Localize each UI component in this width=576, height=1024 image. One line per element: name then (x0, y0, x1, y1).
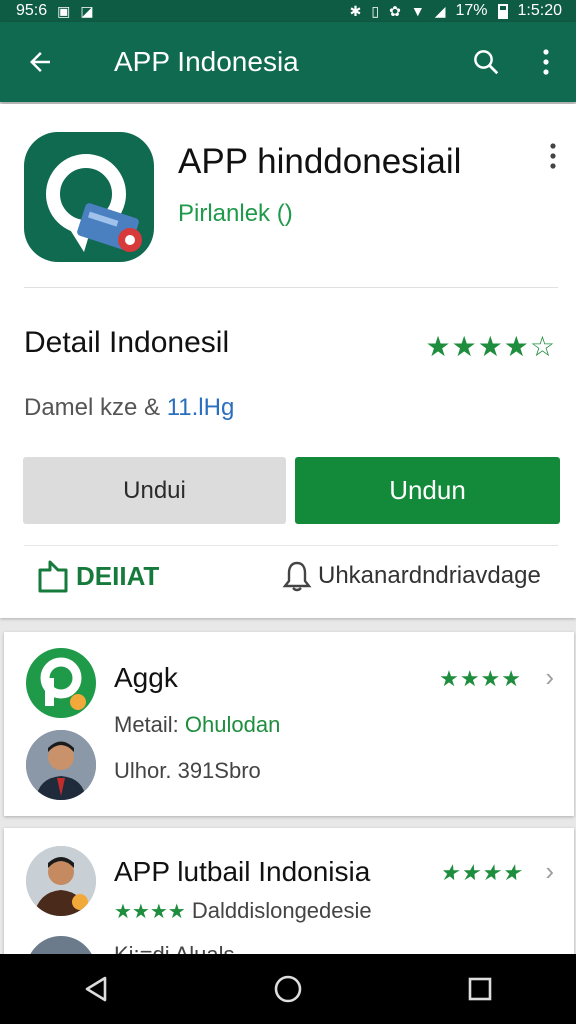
app-notification-icon: ◪ (80, 3, 94, 19)
chevron-right-icon[interactable]: › (545, 662, 554, 693)
list-item-stars: ★★★★ (439, 666, 522, 691)
status-time-left: 95:6 (16, 2, 48, 19)
list-item-sub-text: Dalddislongedesie (191, 898, 372, 923)
search-button[interactable] (456, 47, 516, 77)
app-name: APP hinddonesiail (178, 142, 462, 181)
info-link[interactable]: 11.lHg (167, 394, 235, 421)
nav-back-button[interactable] (66, 959, 126, 1019)
list-item[interactable]: Aggk Metail: Ohulodan Ulhor. 391Sbro ★★★… (4, 632, 574, 816)
list-item-title: APP lutbail Indonisia (114, 856, 371, 887)
more-vert-icon (543, 49, 549, 75)
section-title: Detail Indonesil (24, 326, 230, 359)
search-icon (474, 50, 499, 75)
info-line: Damel kze & 11.lHg (24, 394, 234, 422)
bell-icon (282, 561, 312, 592)
more-vert-icon (550, 143, 556, 169)
list-item[interactable]: APP lutbail Indonisia ★★★★ Dalddislonged… (4, 828, 574, 958)
app-bar: APP Indonesia (0, 22, 576, 102)
list-item-sub-prefix: Metail: (114, 712, 185, 737)
app-detail-card: APP hinddonesiail Pirlanlek () Detail In… (0, 104, 576, 618)
rating-stars: ★★★★☆ (425, 331, 556, 362)
battery-icon (497, 3, 508, 19)
image-notification-icon: ▣ (57, 3, 71, 19)
list-item-stars: ★★★★ (439, 860, 522, 885)
bookmark-icon (38, 560, 68, 593)
nav-recents-button[interactable] (450, 959, 510, 1019)
more-options-button[interactable] (516, 48, 576, 76)
list-item-sub: Metail: Ohulodan (114, 712, 280, 738)
install-button[interactable]: Undun (295, 457, 560, 524)
list-item-sub-highlight: Ohulodan (184, 712, 281, 737)
bluetooth-icon: ✱ (349, 3, 362, 19)
app-logo-icon (26, 648, 96, 718)
wifi-icon: ▼ (410, 3, 425, 19)
status-bar: 95:6 ▣ ◪ ✱ ▯ ✿ ▼ ◢ 17% 1:5:20 (0, 0, 576, 22)
back-arrow-icon (30, 52, 50, 72)
nav-recents-icon (468, 977, 492, 1001)
nav-home-icon (274, 975, 302, 1003)
vibrate-icon: ▯ (371, 3, 380, 19)
nav-back-icon (85, 976, 107, 1002)
app-bar-title: APP Indonesia (114, 46, 299, 77)
info-prefix: Damel kze & (24, 394, 167, 421)
nav-home-button[interactable] (258, 959, 318, 1019)
back-button[interactable] (0, 47, 80, 77)
settings-status-icon: ✿ (389, 3, 401, 19)
detail-link-label: DEIIAT (76, 560, 160, 591)
app-overflow-button[interactable] (548, 142, 558, 175)
avatar (26, 846, 96, 916)
list-item-sub-stars: ★★★★ (114, 901, 186, 923)
system-nav-bar (0, 954, 576, 1024)
divider (24, 287, 558, 288)
list-item-meta: Ulhor. 391Sbro (114, 758, 261, 783)
avatar (26, 730, 96, 800)
signal-icon: ◢ (434, 3, 446, 19)
app-icon[interactable] (24, 132, 154, 262)
list-item-title: Aggk (114, 662, 178, 693)
map-pin-logo-icon (46, 154, 142, 252)
wishlist-label: Uhkanardndriavdage (318, 562, 541, 589)
battery-percent: 17% (455, 2, 488, 19)
status-clock: 1:5:20 (517, 2, 562, 19)
secondary-button[interactable]: Undui (23, 457, 286, 524)
wishlist-button[interactable]: Uhkanardndriavdage (282, 560, 541, 592)
publisher-link[interactable]: Pirlanlek () (178, 200, 293, 228)
divider (24, 545, 558, 546)
list-item-sub: ★★★★ Dalddislongedesie (114, 898, 372, 924)
chevron-right-icon[interactable]: › (545, 856, 554, 887)
detail-link[interactable]: DEIIAT (36, 558, 159, 594)
